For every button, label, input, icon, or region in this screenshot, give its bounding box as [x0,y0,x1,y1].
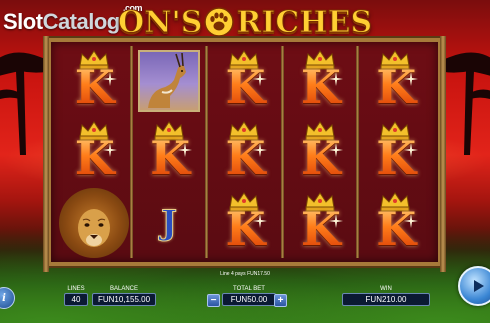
reel-cell: K [358,117,433,188]
symbol-k: K [138,119,200,185]
win-value: FUN210.00 [342,293,430,306]
symbol-k-letter: K [370,133,422,183]
paw-icon [204,7,235,37]
reel-cell [131,46,206,117]
game-title: ON'S RICHES [117,4,373,40]
symbol-k: K [364,190,426,256]
symbol-k-letter: K [370,62,422,112]
lion-icon [77,208,110,247]
game-title-part2: RICHES [236,4,373,40]
reel-grid: KKKJKKKKKKKKK [56,46,433,258]
reel-cell: K [56,46,131,117]
symbol-k: K [213,190,275,256]
sparkle-icon [328,213,343,228]
sparkle-icon [178,142,193,157]
symbol-k: K [63,48,125,114]
sparkle-icon [102,142,117,157]
reel-cell: K [282,46,357,117]
reel-cell: K [207,187,282,258]
frame-post-left [43,36,49,272]
symbol-k: K [364,119,426,185]
reel-cell: K [358,187,433,258]
spin-button[interactable] [458,266,490,306]
sparkle-icon [253,142,268,157]
reel-cell: K [131,117,206,188]
balance-label: BALANCE [109,286,138,292]
sparkle-icon [404,142,419,157]
play-icon [474,280,484,292]
line-win-info: Line 4 pays FUN17.50 [220,271,270,277]
symbol-k: K [289,190,351,256]
symbol-k: K [289,48,351,114]
game-title-part1: ON'S [117,4,203,40]
symbol-k: K [364,48,426,114]
sparkle-icon [404,72,419,87]
reel-cell: K [358,46,433,117]
reel-cell: J [131,187,206,258]
reel-cell: K [56,117,131,188]
slotcatalog-watermark: SlotCatalog .com [3,3,143,34]
symbol-k: K [213,119,275,185]
gazelle-icon [148,53,187,109]
symbol-k: K [289,119,351,185]
sparkle-icon [328,142,343,157]
total-bet-label: TOTAL BET [233,286,265,292]
win-label: WIN [380,286,392,292]
sparkle-icon [404,213,419,228]
balance-value: FUN10,155.00 [92,293,156,306]
sparkle-icon [253,72,268,87]
info-icon: i [2,292,6,304]
bet-decrease-button[interactable]: − [207,294,220,307]
reel-cell: K [207,46,282,117]
symbol-k-letter: K [219,62,271,112]
reel-frame: KKKJKKKKKKKKK [43,36,446,272]
symbol-k: K [213,48,275,114]
reel-cell: K [282,187,357,258]
symbol-k-letter: K [219,133,271,183]
symbol-k-letter: K [219,204,271,254]
symbol-lion [58,187,129,258]
frame-post-right [440,36,446,272]
reel-cell [56,187,131,258]
symbol-k: K [63,119,125,185]
symbol-k-letter: K [295,204,347,254]
lines-value[interactable]: 40 [64,293,88,306]
lines-label: LINES [67,286,85,292]
sparkle-icon [102,72,117,87]
symbol-k-letter: K [295,62,347,112]
reel-cell: K [282,117,357,188]
symbol-k-letter: K [69,62,121,112]
reel-cell: K [207,117,282,188]
symbol-k-letter: K [69,133,121,183]
sparkle-icon [253,213,268,228]
symbol-k-letter: K [144,133,196,183]
total-bet-value: FUN50.00 [222,293,276,306]
symbol-k-letter: K [295,133,347,183]
symbol-j: J [161,202,178,243]
sparkle-icon [328,72,343,87]
bet-increase-button[interactable]: + [274,294,287,307]
symbol-k-letter: K [370,204,422,254]
symbol-gazelle [138,50,201,113]
